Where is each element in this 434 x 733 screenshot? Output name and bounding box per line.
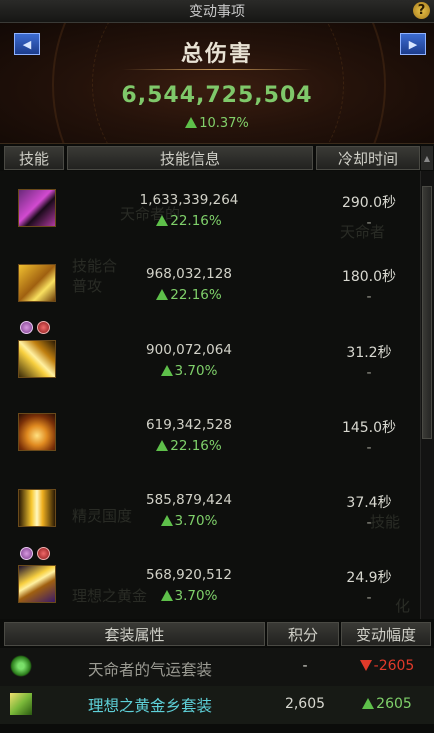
- skill-damage-value: 568,920,512: [146, 567, 232, 583]
- skill-damage-value: 585,879,424: [146, 492, 232, 508]
- change-label: 22.16%: [170, 287, 222, 303]
- skill-damage-change: 3.70%: [94, 513, 284, 529]
- swirl-badge-icon: [37, 321, 50, 334]
- set-change: 2605: [340, 696, 434, 712]
- title-divider: [122, 69, 312, 70]
- change-label: 3.70%: [174, 363, 218, 379]
- skill-row[interactable]: 619,342,528 22.16% 145.0秒 -: [0, 397, 420, 471]
- change-label: 3.70%: [174, 513, 218, 529]
- cooldown-change: -: [366, 440, 372, 456]
- skill-damage-change: 3.70%: [94, 363, 284, 379]
- skill-cooldown: 24.9秒: [346, 570, 392, 586]
- down-triangle-icon: [359, 660, 372, 671]
- lightning-burst-skill-icon: [18, 340, 56, 378]
- set-name: 理想之黄金乡套装: [87, 697, 212, 715]
- skill-cooldown: 290.0秒: [341, 195, 397, 211]
- scrollbar-thumb[interactable]: [422, 186, 432, 439]
- cooldown-change: -: [366, 515, 372, 531]
- up-triangle-icon: [156, 289, 169, 300]
- cooldown-change: -: [366, 215, 372, 231]
- skill-row[interactable]: 900,072,064 3.70% 31.2秒 -: [0, 321, 420, 395]
- up-triangle-icon: [160, 365, 173, 376]
- castle-set-icon: [10, 693, 32, 715]
- set-row[interactable]: 理想之黄金乡套装 2,605 2605: [0, 686, 434, 724]
- swirl-badge-icon: [37, 547, 50, 560]
- golden-shield-skill-icon: [18, 264, 56, 302]
- skill-cooldown: 145.0秒: [341, 420, 397, 436]
- total-change-label: 10.37%: [199, 116, 249, 131]
- column-header-cooldown[interactable]: 冷却时间: [316, 146, 420, 170]
- golden-flash-skill-icon: [18, 489, 56, 527]
- skill-row[interactable]: 1,633,339,264 22.16% 290.0秒 -: [0, 175, 420, 249]
- skill-cooldown: 180.0秒: [341, 269, 397, 285]
- total-damage-title: 总伤害: [180, 42, 253, 67]
- skill-damage-change: 3.70%: [94, 588, 284, 604]
- column-header-score[interactable]: 积分: [267, 622, 339, 646]
- set-score: 2,605: [284, 696, 326, 712]
- cooldown-change: -: [366, 590, 372, 606]
- spark-strike-skill-icon: [18, 565, 56, 603]
- skill-damage-value: 900,072,064: [146, 342, 232, 358]
- skill-damage-change: 22.16%: [94, 287, 284, 303]
- skill-damage-value: 968,032,128: [146, 266, 232, 282]
- cooldown-change: -: [366, 289, 372, 305]
- column-header-set[interactable]: 套装属性: [4, 622, 265, 646]
- change-label: 3.70%: [174, 588, 218, 604]
- diamond-badge-icon: [20, 321, 33, 334]
- skill-cooldown: 37.4秒: [346, 495, 392, 511]
- column-header-skill-info[interactable]: 技能信息: [67, 146, 313, 170]
- skill-badges: [20, 321, 50, 335]
- set-score: -: [302, 658, 308, 674]
- skill-damage-change: 22.16%: [94, 213, 284, 229]
- window-titlebar: 变动事项 ?: [0, 0, 434, 23]
- set-change: -2605: [340, 658, 434, 674]
- change-label: -2605: [373, 658, 415, 674]
- help-icon[interactable]: ?: [413, 2, 430, 19]
- scroll-up-arrow-icon[interactable]: ▲: [421, 146, 433, 170]
- dark-slash-skill-icon: [18, 189, 56, 227]
- diamond-badge-icon: [20, 547, 33, 560]
- change-label: 22.16%: [170, 213, 222, 229]
- up-triangle-icon: [362, 698, 375, 709]
- set-row[interactable]: 天命者的气运套装 - -2605: [0, 648, 434, 686]
- skill-damage-value: 619,342,528: [146, 417, 232, 433]
- total-damage-value: 6,544,725,504: [121, 83, 313, 108]
- column-header-change[interactable]: 变动幅度: [341, 622, 431, 646]
- flame-aura-skill-icon: [18, 413, 56, 451]
- up-triangle-icon: [160, 590, 173, 601]
- up-triangle-icon: [156, 215, 169, 226]
- set-name: 天命者的气运套装: [87, 661, 212, 679]
- change-label: 2605: [376, 696, 412, 712]
- up-triangle-icon: [160, 515, 173, 526]
- window-title: 变动事项: [189, 4, 245, 20]
- total-damage-panel: ◀ ▶ 总伤害 6,544,725,504 10.37%: [0, 23, 434, 144]
- skill-badges: [20, 547, 50, 561]
- total-damage-change: 10.37%: [0, 116, 434, 131]
- up-triangle-icon: [185, 117, 198, 128]
- butterfly-set-icon: [10, 655, 32, 677]
- skill-damage-change: 22.16%: [94, 438, 284, 454]
- skill-row[interactable]: 568,920,512 3.70% 24.9秒 -: [0, 545, 420, 619]
- skill-change-list: 天命者的 天命者 技能合 普攻 精灵国度 理想之黄金 技能 化 1,633,33…: [0, 171, 420, 619]
- column-header-skill[interactable]: 技能: [4, 146, 64, 170]
- cooldown-change: -: [366, 365, 372, 381]
- change-label: 22.16%: [170, 438, 222, 454]
- skill-row[interactable]: 968,032,128 22.16% 180.0秒 -: [0, 249, 420, 323]
- skill-row[interactable]: 585,879,424 3.70% 37.4秒 -: [0, 475, 420, 549]
- skill-cooldown: 31.2秒: [346, 345, 392, 361]
- skill-damage-value: 1,633,339,264: [139, 192, 239, 208]
- up-triangle-icon: [156, 440, 169, 451]
